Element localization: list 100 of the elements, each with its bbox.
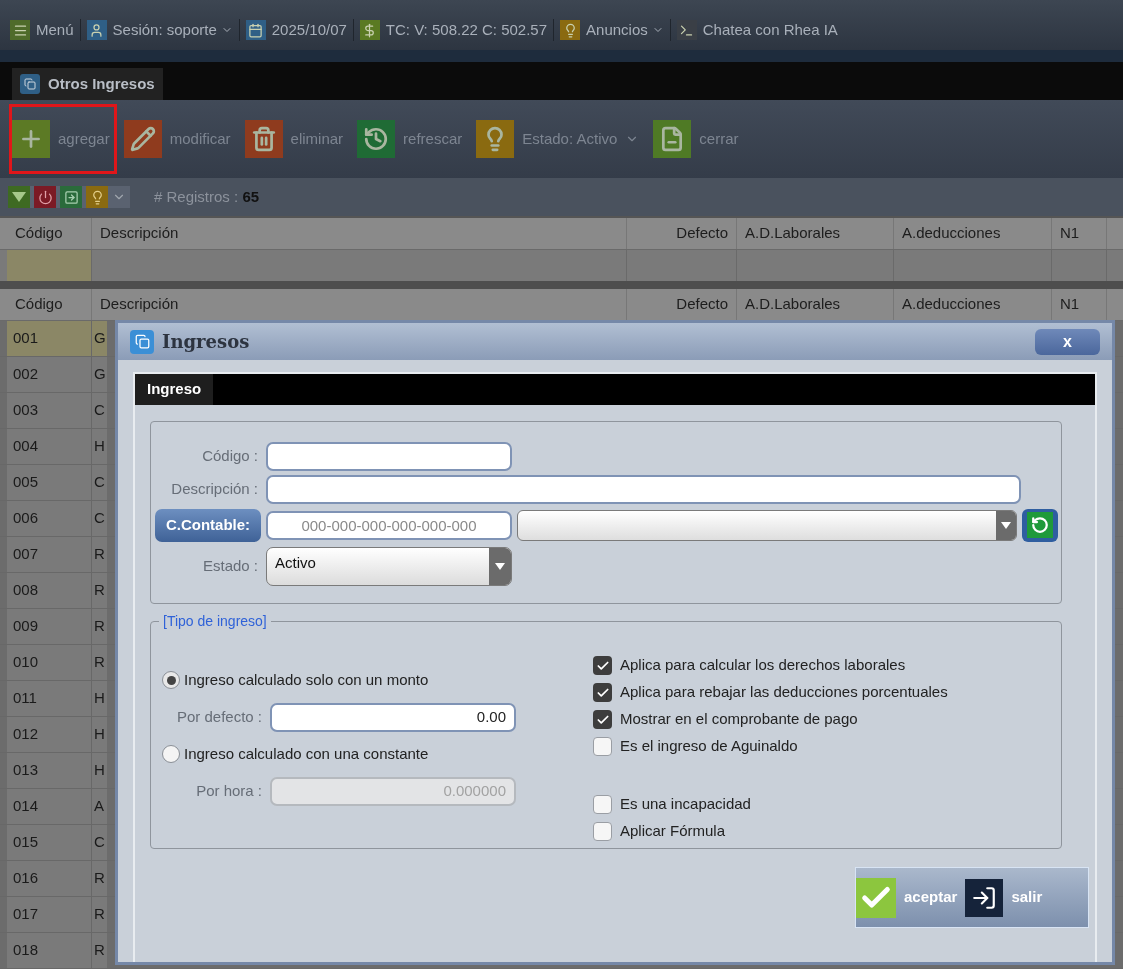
toolbar-button[interactable]: refrescar <box>354 104 470 174</box>
topbar-menu-item[interactable]: Anuncios <box>586 18 664 42</box>
field-label: Por hora : <box>195 780 262 801</box>
table-cell-text: H <box>93 436 106 457</box>
table-row[interactable]: 018 R <box>7 933 107 968</box>
checkbox-label: Aplicar Fórmula <box>620 821 726 842</box>
dialog-button[interactable]: salir <box>965 868 1051 927</box>
table-row[interactable]: 012 H <box>7 717 107 752</box>
checkbox-label: Aplica para calcular los derechos laborales <box>620 655 906 676</box>
toolbar-button[interactable]: Estado: Activo <box>473 104 647 174</box>
table-cell: 007 <box>7 537 92 572</box>
amount-field[interactable]: 0.00 <box>270 702 516 732</box>
menu-icon <box>10 20 30 40</box>
field-label: Código : <box>201 446 258 467</box>
table-row[interactable]: 016 R <box>7 861 107 896</box>
toolbar-button[interactable]: agregar <box>9 104 117 174</box>
table-cell-text: R <box>93 580 106 601</box>
table-cell-text: H <box>93 760 106 781</box>
document-tab[interactable]: Otros Ingresos <box>12 68 163 100</box>
table-row[interactable]: 010 R <box>7 645 107 680</box>
checkbox[interactable] <box>593 822 612 841</box>
topbar-menu-item[interactable]: Menú <box>36 18 74 42</box>
checkbox[interactable] <box>593 656 612 675</box>
table-cell: 018 <box>7 933 92 968</box>
checkbox[interactable] <box>593 737 612 756</box>
table-cell: 010 <box>7 645 92 680</box>
table-row[interactable]: 007 R <box>7 537 107 572</box>
table-row[interactable]: 006 C <box>7 501 107 536</box>
table-cell: 012 <box>7 717 92 752</box>
table-row[interactable]: 009 R <box>7 609 107 644</box>
column-header[interactable]: Código <box>7 217 92 249</box>
table-row[interactable]: 002 G <box>7 357 107 392</box>
checkbox-label: Es el ingreso de Aguinaldo <box>620 736 798 757</box>
section-tab[interactable]: Ingreso <box>135 374 214 405</box>
table-cell: 009 <box>7 609 92 644</box>
account-field[interactable]: 000-000-000-000-000-000 <box>266 510 512 540</box>
checkbox[interactable] <box>593 683 612 702</box>
checkmark-icon <box>856 877 896 918</box>
table-cell: 013 <box>7 753 92 788</box>
topbar-menu-item[interactable]: 2025/10/07 <box>271 18 347 42</box>
toolbar-button[interactable]: modificar <box>120 104 238 174</box>
topbar-menu-item[interactable]: TC: V: 508.22 C: 502.57 <box>385 18 548 42</box>
terminal-icon <box>676 20 697 40</box>
filter-icon[interactable] <box>8 186 30 208</box>
checkbox[interactable] <box>593 710 612 729</box>
column-header[interactable]: Código <box>7 289 92 320</box>
input-field[interactable] <box>266 442 512 471</box>
filter-cell[interactable] <box>7 249 92 282</box>
table-cell: 004 <box>7 429 92 464</box>
column-header[interactable]: A.D.Laborales <box>737 217 894 249</box>
table-row[interactable]: 001 G <box>7 321 107 356</box>
table-row[interactable]: 013 H <box>7 753 107 788</box>
topbar-menu-item[interactable]: Sesión: soporte <box>112 18 233 42</box>
records-count: # Registros : 65 <box>154 186 260 207</box>
input-field[interactable] <box>266 475 1021 504</box>
dialog-button[interactable]: aceptar <box>856 868 966 927</box>
table-cell-text: R <box>93 652 106 673</box>
checkbox[interactable] <box>593 795 612 814</box>
column-header[interactable]: N1 <box>1052 217 1107 249</box>
column-header[interactable]: Descripción <box>92 217 627 249</box>
window-icon <box>130 329 154 354</box>
toolbar-button[interactable]: eliminar <box>241 104 351 174</box>
table-row[interactable]: 011 H <box>7 681 107 716</box>
close-button[interactable]: x <box>1035 328 1100 355</box>
table-cell: 002 <box>7 357 92 392</box>
power-icon[interactable] <box>34 186 56 208</box>
lightbulb-icon[interactable] <box>86 186 108 208</box>
table-cell-text: C <box>93 472 106 493</box>
radio-label: Ingreso calculado con una constante <box>184 743 429 764</box>
refresh-button[interactable] <box>1022 508 1058 542</box>
document-icon <box>653 120 692 158</box>
table-cell: 001 <box>7 321 92 356</box>
pencil-icon <box>123 120 162 158</box>
table-row[interactable]: 015 C <box>7 825 107 860</box>
table-row[interactable]: 003 C <box>7 393 107 428</box>
table-row[interactable]: 005 C <box>7 465 107 500</box>
table-cell-text: R <box>93 940 106 961</box>
account-combo[interactable] <box>517 509 1017 541</box>
dialog-title: Ingresos <box>162 330 250 354</box>
column-header[interactable]: Defecto <box>627 217 737 249</box>
toolbar-button[interactable]: cerrar <box>650 104 746 174</box>
table-row[interactable]: 014 A <box>7 789 107 824</box>
exit-icon <box>965 878 1004 917</box>
table-row[interactable]: 017 R <box>7 897 107 932</box>
field-label: Estado : <box>201 555 258 576</box>
lightbulb-icon <box>476 120 515 158</box>
table-row[interactable]: 008 R <box>7 573 107 608</box>
table-row[interactable]: 004 H <box>7 429 107 464</box>
column-header[interactable]: A.deducciones <box>894 217 1052 249</box>
trash-icon <box>244 120 283 158</box>
topbar-menu-item[interactable]: Chatea con Rhea IA <box>702 18 838 42</box>
status-dropdown[interactable]: Activo <box>266 546 512 586</box>
export-icon[interactable] <box>60 186 82 208</box>
radio-button[interactable] <box>162 671 180 689</box>
table-cell: 008 <box>7 573 92 608</box>
table-cell: 015 <box>7 825 92 860</box>
table-cell-text: C <box>93 508 106 529</box>
table-cell: 016 <box>7 861 92 896</box>
account-button[interactable]: C.Contable: <box>155 508 261 542</box>
table-cell: 014 <box>7 789 92 824</box>
